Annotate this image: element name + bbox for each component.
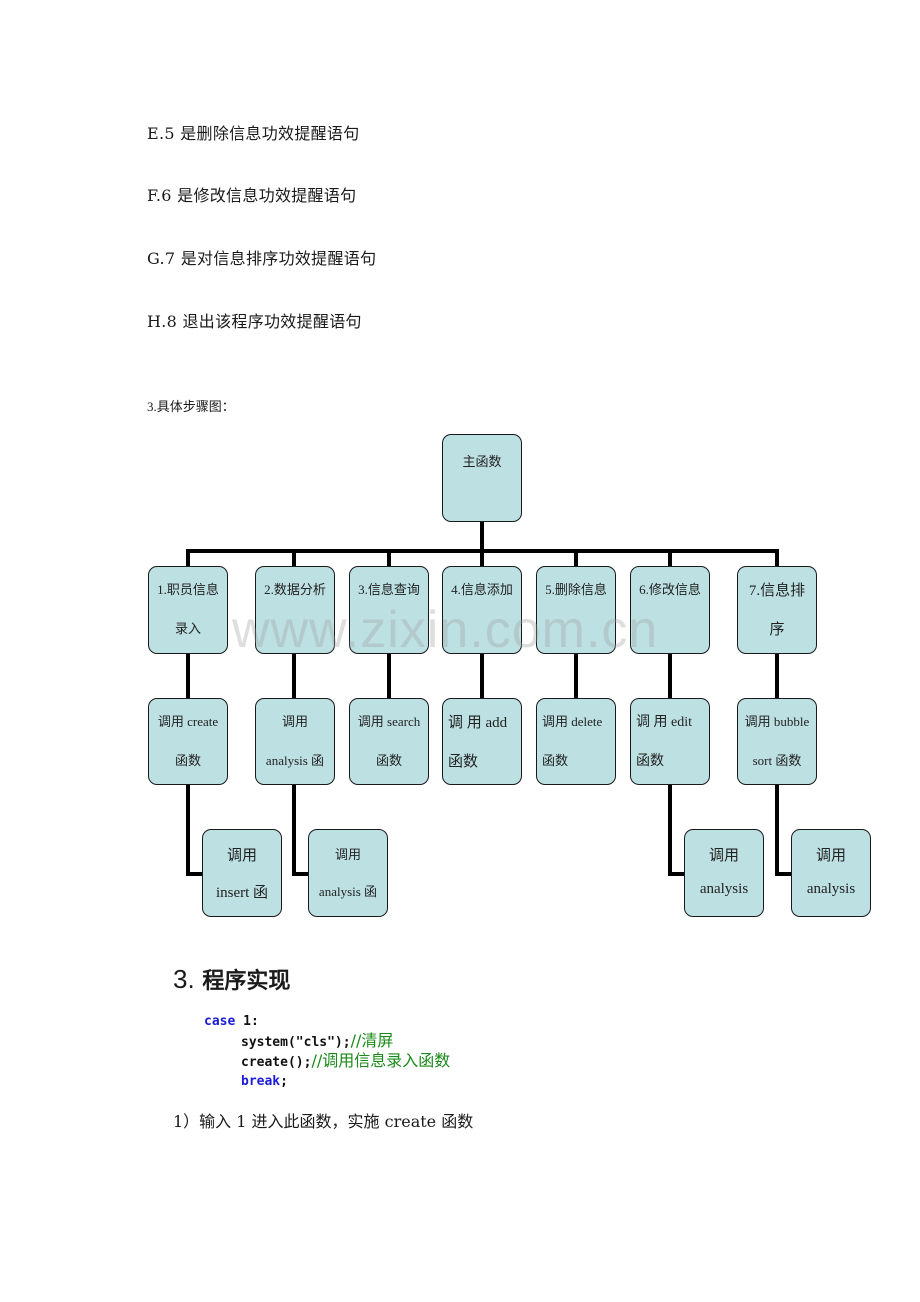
paragraph-h: H.8 退出该程序功效提醒语句 [147, 312, 362, 331]
node-label-line2: 录入 [174, 621, 201, 636]
node-label-line1: 6.修改信息 [639, 582, 701, 597]
flowchart-node-module-5: 5.删除信息 [536, 566, 616, 654]
flowchart-node-module-4: 4.信息添加 [442, 566, 522, 654]
connector-drop-7 [775, 549, 779, 566]
node-label-line1: 调用 [815, 848, 846, 864]
flowchart-node-call-add: 调 用 add 函数 [442, 698, 522, 785]
paragraph-f: F.6 是修改信息功效提醒语句 [147, 186, 357, 205]
node-label-line2: 函数 [636, 754, 664, 769]
connector-sub-1-horizontal [186, 872, 203, 876]
node-label-line1: 1.职员信息 [157, 582, 219, 597]
node-label-line2: analysis [806, 881, 856, 897]
code-snippet: case 1: system("cls");//清屏 create();//调用… [204, 1013, 450, 1091]
code-line-1: case 1: [204, 1013, 450, 1032]
code-line-3: create();//调用信息录入函数 [204, 1051, 451, 1073]
flowchart-node-call-create: 调用 create 函数 [148, 698, 228, 785]
code-comment: //清屏 [350, 1030, 394, 1050]
node-label-line1: 2.数据分析 [264, 582, 326, 597]
connector-module-5 [574, 654, 578, 698]
node-label-line1: 调用 [281, 714, 308, 729]
section-heading: 3. 程序实现 [173, 963, 290, 995]
code-text: 1: [235, 1014, 259, 1029]
connector-sub-2-vertical [292, 785, 296, 876]
flowchart-node-module-7: 7.信息排 序 [737, 566, 817, 654]
code-keyword: case [204, 1014, 236, 1029]
node-label-line1: 调用 [226, 848, 257, 864]
node-label-line2: analysis 函 [265, 753, 325, 768]
flowchart-node-main: 主函数 [442, 434, 522, 522]
code-line-4: break; [204, 1073, 450, 1092]
flowchart-node-sub-analysis-1: 调用 analysis 函 [308, 829, 388, 917]
connector-drop-5 [574, 549, 578, 566]
connector-drop-2 [292, 549, 296, 566]
connector-sub-3-horizontal [668, 872, 685, 876]
code-text: ; [280, 1073, 288, 1089]
connector-sub-3-vertical [668, 785, 672, 876]
node-label-line1: 7.信息排 [748, 583, 806, 599]
connector-sub-1-vertical [186, 785, 190, 876]
connector-drop-3 [387, 549, 391, 566]
node-label-line2: analysis [699, 881, 749, 897]
heading-number: 3. [173, 964, 195, 994]
node-label-line2: 函数 [448, 754, 479, 770]
node-label-line1: 调用 search [357, 714, 421, 729]
node-label-line1: 调用 [708, 848, 739, 864]
node-label-line1: 调用 create [157, 714, 219, 729]
node-label-line2: 函数 [174, 753, 201, 768]
paragraph-g: G.7 是对信息排序功效提醒语句 [147, 249, 377, 268]
node-label-line1: 4.信息添加 [451, 582, 513, 597]
node-label-line2: sort 函数 [752, 753, 802, 768]
paragraph-e: E.5 是删除信息功效提醒语句 [147, 124, 360, 143]
code-comment: //调用信息录入函数 [311, 1051, 451, 1070]
node-label-line1: 3.信息查询 [358, 582, 420, 597]
connector-module-7 [775, 654, 779, 698]
flowchart-node-module-3: 3.信息查询 [349, 566, 429, 654]
flowchart-node-module-1: 1.职员信息 录入 [148, 566, 228, 654]
flowchart-node-call-edit: 调 用 edit 函数 [630, 698, 710, 785]
node-label-line1: 调 用 edit [636, 715, 692, 730]
flowchart-node-call-bubble-sort: 调用 bubble sort 函数 [737, 698, 817, 785]
flowchart-node-call-delete: 调用 delete 函数 [536, 698, 616, 785]
heading-title: 程序实现 [202, 969, 291, 994]
note-text: 1）输入 1 进入此函数，实施 create 函数 [173, 1112, 474, 1131]
connector-module-6 [668, 654, 672, 698]
connector-drop-4 [480, 549, 484, 566]
node-label: 主函数 [462, 454, 502, 469]
flowchart-node-module-2: 2.数据分析 [255, 566, 335, 654]
code-text: system("cls"); [241, 1034, 351, 1050]
node-label-line1: 5.删除信息 [545, 582, 607, 597]
node-label-line2: 函数 [375, 753, 402, 768]
node-label-line2: insert 函 [215, 885, 269, 901]
flowchart-node-sub-analysis-3: 调用 analysis [791, 829, 871, 917]
code-text: create(); [241, 1055, 312, 1070]
connector-module-2 [292, 654, 296, 698]
node-label-line2: 序 [769, 622, 785, 638]
connector-drop-6 [668, 549, 672, 566]
connector-drop-1 [186, 549, 190, 566]
connector-module-3 [387, 654, 391, 698]
connector-module-1 [186, 654, 190, 698]
flowchart-node-sub-insert: 调用 insert 函 [202, 829, 282, 917]
node-label-line1: 调用 delete [542, 714, 603, 729]
flowchart-node-sub-analysis-2: 调用 analysis [684, 829, 764, 917]
node-label-line1: 调 用 add [448, 715, 508, 731]
flowchart-node-call-search: 调用 search 函数 [349, 698, 429, 785]
connector-sub-4-horizontal [775, 872, 792, 876]
connector-root-stem [480, 522, 484, 552]
code-keyword: break [241, 1073, 281, 1089]
connector-sub-2-horizontal [292, 872, 309, 876]
node-label-line1: 调用 bubble [744, 714, 810, 729]
code-line-2: system("cls");//清屏 [204, 1030, 450, 1053]
connector-module-4 [480, 654, 484, 698]
flowchart-node-call-analysis: 调用 analysis 函 [255, 698, 335, 785]
node-label-line2: 函数 [542, 753, 569, 768]
node-label-line1: 调用 [334, 847, 361, 862]
node-label-line2: analysis 函 [318, 884, 378, 899]
connector-sub-4-vertical [775, 785, 779, 876]
section-caption: 3.具体步骤图： [147, 399, 235, 414]
flowchart-node-module-6: 6.修改信息 [630, 566, 710, 654]
